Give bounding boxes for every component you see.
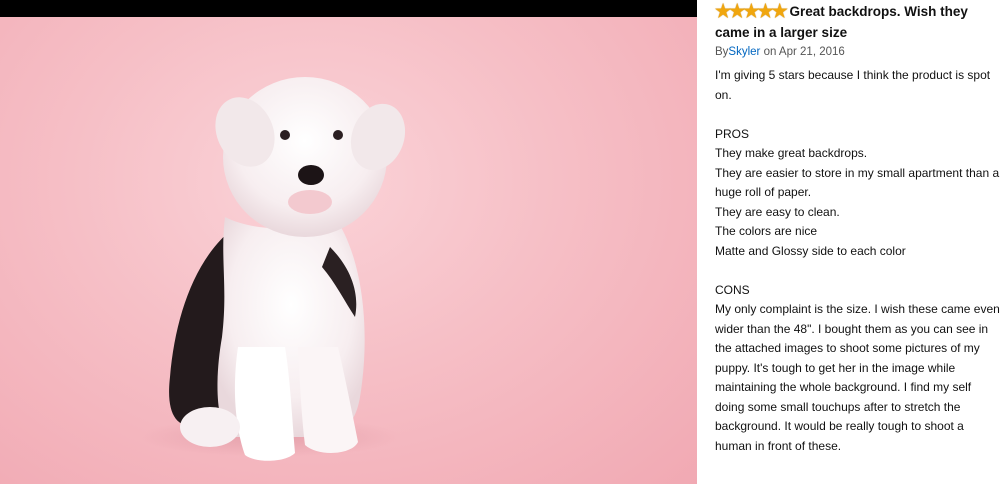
image-top-bar	[0, 0, 697, 17]
review-header: ★★★★★ Great backdrops. Wish they came in…	[715, 2, 995, 60]
author-link[interactable]: Skyler	[728, 46, 760, 58]
review-byline: BySkyler on Apr 21, 2016	[715, 44, 995, 60]
byline-prefix: By	[715, 46, 729, 58]
star-rating: ★★★★★	[715, 1, 788, 23]
cons-item: My only complaint is the size. I wish th…	[715, 302, 1000, 453]
pros-item: Matte and Glossy side to each color	[715, 243, 906, 258]
review-intro: I'm giving 5 stars because I think the p…	[715, 68, 991, 102]
review-body: I'm giving 5 stars because I think the p…	[715, 66, 1000, 456]
pros-item: The colors are nice	[715, 224, 818, 238]
pros-item: They are easy to clean.	[715, 204, 840, 219]
review-title-line: ★★★★★ Great backdrops. Wish they came in…	[715, 2, 995, 43]
review-panel: ★★★★★ Great backdrops. Wish they came in…	[697, 0, 1000, 484]
dog-back-paw	[180, 407, 240, 447]
pros-heading: PROS	[715, 126, 750, 141]
dog-eye-left	[280, 130, 290, 140]
dog-nose	[298, 165, 324, 185]
pros-item: They make great backdrops.	[715, 146, 868, 160]
review-date: on Apr 21, 2016	[763, 46, 845, 58]
dog-front-leg-left	[234, 347, 295, 461]
dog-chin	[288, 190, 332, 214]
cons-heading: CONS	[715, 282, 750, 297]
dog-eye-right	[333, 130, 343, 140]
star-icon: ★	[771, 1, 788, 21]
puppy-illustration	[140, 77, 406, 461]
review-photo[interactable]	[0, 17, 697, 484]
pros-item: They are easier to store in my small apa…	[715, 165, 1000, 200]
